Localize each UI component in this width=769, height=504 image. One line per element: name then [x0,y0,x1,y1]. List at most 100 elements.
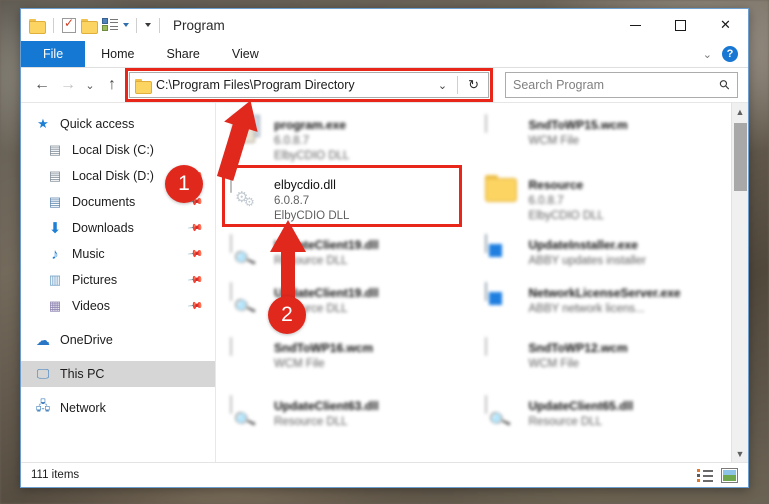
application-icon [484,282,519,323]
sidebar-item-label: Videos [72,299,110,313]
tab-share[interactable]: Share [151,41,216,67]
file-version: 6.0.8.7 [274,135,310,147]
file-item-networklicenseserver-exe[interactable]: NetworkLicenseServer.exe ABBY network li… [477,277,732,332]
tab-view[interactable]: View [216,41,275,67]
close-button[interactable]: ✕ [703,9,748,41]
tab-home[interactable]: Home [85,41,150,67]
close-icon: ✕ [720,17,731,32]
sidebar-item-network[interactable]: 🖧 Network [21,395,215,421]
file-type: ElbyCDIO DLL [274,150,350,162]
vertical-scrollbar[interactable]: ▲ ▼ [731,103,748,462]
file-name: elbycdio.dll [274,178,336,192]
address-bar-highlight [125,68,493,102]
file-item-resource-folder[interactable]: Resource 6.0.8.7 ElbyCDIO DLL [477,169,732,229]
sidebar-item-label: Local Disk (C:) [72,143,154,157]
folder-icon [485,175,519,215]
pin-icon[interactable]: 📌 [186,220,203,236]
sidebar-item-local-disk-c[interactable]: ▤ Local Disk (C:) [21,137,215,163]
window-controls: ✕ [613,9,748,41]
customize-chevron-down-icon[interactable] [145,23,151,27]
file-item-updateclient19-dll[interactable]: 🔍 UpdateClient19.dll Resource DLL [222,229,477,277]
callout-badge-2: 2 [268,296,306,334]
drive-icon: ▤ [48,168,62,183]
maximize-icon [675,19,686,31]
application-icon [484,234,519,275]
window-title: Program [173,17,225,33]
file-text: SndToWP16.wcm WCM File [274,338,373,372]
callout-badge-1: 1 [165,165,203,203]
file-item-sndtowp16-wcm[interactable]: SndToWP16.wcm WCM File [222,332,477,390]
file-text: SndToWP15.wcm WCM File [529,115,628,149]
file-version: 6.0.8.7 [528,195,564,207]
up-button[interactable]: ↑ [99,72,125,98]
videos-icon: ▦ [48,298,62,313]
sidebar-item-label: Network [60,401,106,415]
file-type: ABBY network licens... [528,303,645,315]
sidebar-item-onedrive[interactable]: ☁ OneDrive [21,327,215,353]
details-view-icon[interactable] [697,468,714,483]
pin-icon[interactable]: 📌 [186,246,203,262]
scroll-down-button[interactable]: ▼ [732,445,748,462]
address-row: ← → ⌄ ↑ C:\Program Files\Program Directo… [21,68,748,102]
file-item-program-exe[interactable]: program.exe 6.0.8.7 ElbyCDIO DLL [222,109,477,169]
file-name: SndToWP16.wcm [274,341,374,355]
search-input[interactable]: Search Program ⚲ [505,72,738,98]
sidebar-item-label: Music [72,247,105,261]
document-icon [230,337,264,378]
large-icons-view-icon[interactable] [721,467,738,483]
help-icon[interactable]: ? [722,46,738,62]
file-item-elbycdio-dll[interactable]: ⚙ ⚙ elbycdio.dll 6.0.8.7 ElbyCDIO DLL [222,169,477,229]
chevron-down-icon[interactable]: ⌄ [703,48,712,61]
sidebar-item-quick-access[interactable]: ★ Quick access [21,111,215,137]
forward-button[interactable]: → [55,72,81,98]
file-item-updateclient19-dll-2[interactable]: 🔍 UpdateClient19.dll Resource DLL [222,277,477,332]
maximize-button[interactable] [658,9,703,41]
search-document-icon: 🔍 [484,395,519,436]
file-text: UpdateClient65.dll Resource DLL [529,396,634,430]
view-options-icon[interactable] [102,18,118,32]
recent-locations-button[interactable]: ⌄ [81,72,99,98]
properties-icon[interactable] [62,16,76,33]
file-explorer-window: Program ✕ File Home Share View ⌄ ? ← → ⌄… [20,8,749,488]
sidebar-gap-3 [21,387,215,395]
sidebar-item-videos[interactable]: ▦ Videos 📌 [21,293,215,319]
file-text: UpdateClient63.dll Resource DLL [274,396,379,430]
file-item-sndtowp12-wcm[interactable]: SndToWP12.wcm WCM File [477,332,732,390]
file-name: NetworkLicenseServer.exe [528,286,681,300]
file-item-sndtowp15-wcm[interactable]: SndToWP15.wcm WCM File [477,109,732,169]
file-item-updateinstaller-exe[interactable]: UpdateInstaller.exe ABBY updates install… [477,229,732,277]
quick-access-toolbar[interactable] [29,16,163,34]
navigation-pane[interactable]: ★ Quick access ▤ Local Disk (C:) ▤ Local… [21,103,216,462]
pin-icon[interactable]: 📌 [186,272,203,288]
file-text: NetworkLicenseServer.exe ABBY network li… [529,283,681,317]
search-document-icon: 🔍 [230,282,264,323]
file-type: Resource DLL [528,416,603,428]
view-toggle-buttons [697,467,738,483]
tab-file[interactable]: File [21,41,86,67]
scrollbar-thumb[interactable] [734,123,747,191]
back-button[interactable]: ← [29,72,55,98]
view-options-chevron-down-icon[interactable] [123,23,129,27]
file-type: ABBY updates installer [528,255,646,267]
sidebar-item-label: OneDrive [60,333,113,347]
file-item-updateclient65-dll[interactable]: 🔍 UpdateClient65.dll Resource DLL [477,390,732,450]
callout-number: 1 [178,172,190,195]
file-type: WCM File [528,358,579,370]
new-folder-icon[interactable] [81,18,98,34]
cloud-icon: ☁ [36,331,50,348]
address-bar-wrapper: C:\Program Files\Program Directory ⌄ ↻ [125,68,493,102]
file-text: SndToWP12.wcm WCM File [529,338,628,372]
minimize-button[interactable] [613,9,658,41]
sidebar-item-label: Downloads [72,221,134,235]
pin-icon[interactable]: 📌 [186,298,203,314]
sidebar-item-this-pc[interactable]: 🖵 This PC [21,361,215,387]
file-item-updateclient63-dll[interactable]: 🔍 UpdateClient63.dll Resource DLL [222,390,477,450]
file-name: UpdateClient63.dll [274,399,379,413]
pictures-icon: ▥ [48,272,62,287]
sidebar-item-downloads[interactable]: ⬇ Downloads 📌 [21,215,215,241]
sidebar-item-music[interactable]: ♪ Music 📌 [21,241,215,267]
folder-icon[interactable] [29,18,46,34]
sidebar-item-pictures[interactable]: ▥ Pictures 📌 [21,267,215,293]
scroll-up-button[interactable]: ▲ [732,103,748,120]
